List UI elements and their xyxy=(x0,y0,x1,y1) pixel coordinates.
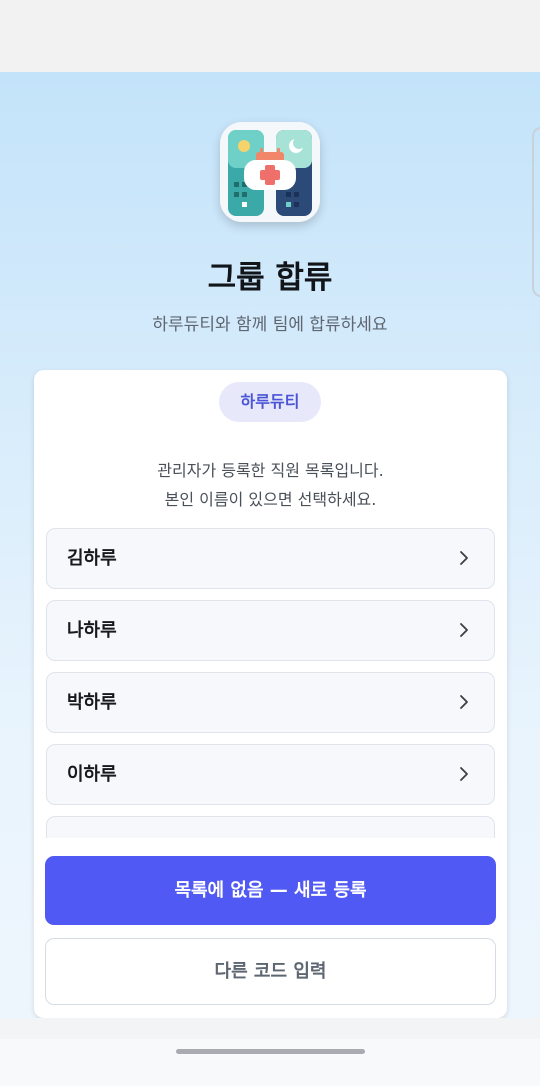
register-new-button[interactable]: 목록에 없음 — 새로 등록 xyxy=(45,856,496,925)
group-name-badge: 하루듀티 xyxy=(219,382,321,422)
chevron-right-icon xyxy=(460,695,468,709)
member-name: 나하루 xyxy=(67,620,117,641)
page-subtitle: 하루듀티와 함께 팀에 합류하세요 xyxy=(152,315,388,335)
member-item-1[interactable]: 김하루 xyxy=(46,528,495,589)
chevron-right-icon xyxy=(460,767,468,781)
member-name: 김하루 xyxy=(67,548,117,569)
member-select-card: 하루듀티 관리자가 등록한 직원 목록입니다. 본인 이름이 있으면 선택하세요… xyxy=(34,370,507,1018)
member-name: 이하루 xyxy=(67,764,117,785)
description-line-1: 관리자가 등록한 직원 목록입니다. xyxy=(157,461,384,480)
chevron-right-icon xyxy=(460,551,468,565)
member-item-5[interactable] xyxy=(46,816,495,838)
join-group-screen: 그룹 합류 하루듀티와 함께 팀에 합류하세요 하루듀티 관리자가 등록한 직원… xyxy=(0,72,540,1018)
member-name: 박하루 xyxy=(67,692,117,713)
member-item-2[interactable]: 나하루 xyxy=(46,600,495,661)
card-description: 관리자가 등록한 직원 목록입니다. 본인 이름이 있으면 선택하세요. xyxy=(34,456,507,514)
page-title: 그룹 합류 xyxy=(207,260,333,296)
status-bar xyxy=(0,0,540,72)
navigation-bar-background xyxy=(0,1039,540,1086)
home-indicator[interactable] xyxy=(176,1049,365,1054)
member-list[interactable]: 김하루 나하루 박하루 이하루 xyxy=(46,528,495,838)
member-item-3[interactable]: 박하루 xyxy=(46,672,495,733)
description-line-2: 본인 이름이 있으면 선택하세요. xyxy=(164,490,377,509)
enter-other-code-button[interactable]: 다른 코드 입력 xyxy=(45,938,496,1005)
chevron-right-icon xyxy=(460,623,468,637)
member-item-4[interactable]: 이하루 xyxy=(46,744,495,805)
calendar-medical-app-icon xyxy=(220,122,320,222)
